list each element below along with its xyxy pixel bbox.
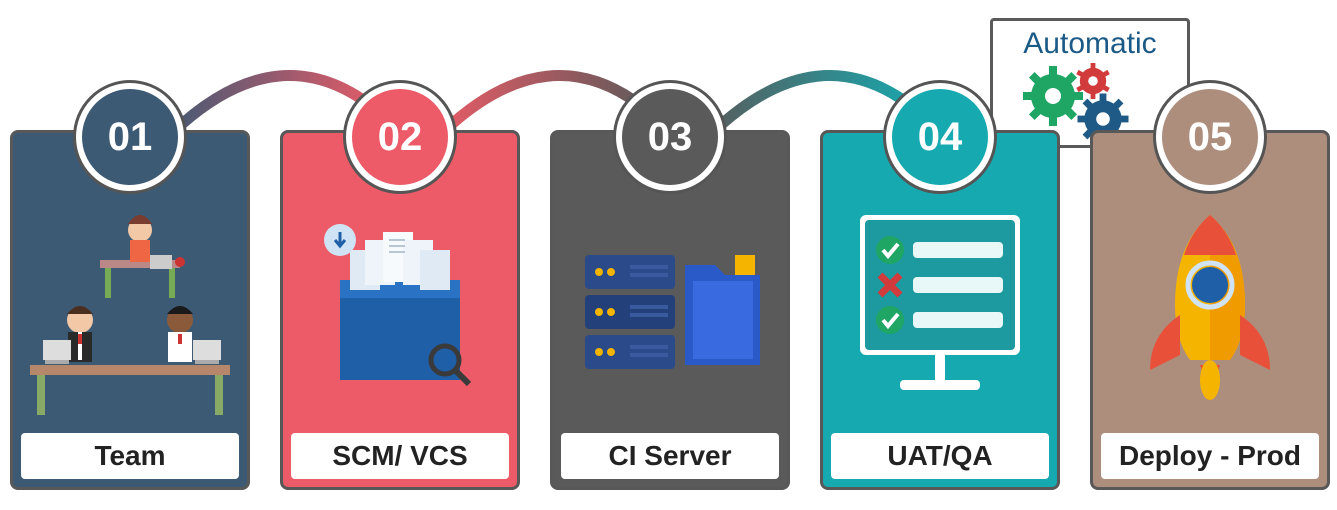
stage-ci: 03 CI Server [550,130,790,490]
stage-deploy: 05 Deploy - Prod [1090,130,1330,490]
stage-number: 01 [76,83,184,191]
stage-number: 03 [616,83,724,191]
server-icon [575,225,765,395]
stage-label: Team [21,433,239,479]
stage-label: CI Server [561,433,779,479]
stage-team: 01 Team [10,130,250,490]
stage-label: UAT/QA [831,433,1049,479]
stage-label: SCM/ VCS [291,433,509,479]
team-icon [25,200,235,420]
stage-scm: 02 SCM/ VCS [280,130,520,490]
stage-uat: 04 UAT/QA [820,130,1060,490]
stage-number: 04 [886,83,994,191]
rocket-icon [1125,205,1295,415]
stage-label: Deploy - Prod [1101,433,1319,479]
automatic-label: Automatic [993,27,1187,61]
checklist-icon [845,205,1035,415]
archive-icon [305,210,495,410]
stage-number: 05 [1156,83,1264,191]
stage-number: 02 [346,83,454,191]
